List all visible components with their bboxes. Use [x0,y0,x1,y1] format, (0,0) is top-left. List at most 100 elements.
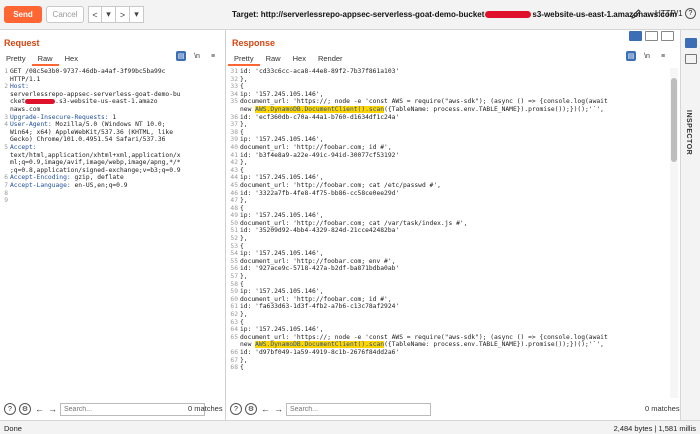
response-line: 60 document_url: 'http://foobar.com; id #… [226,296,670,304]
wrap-icon[interactable]: ▤ [626,51,636,61]
line-number [0,167,10,175]
request-tab-hex[interactable]: Hex [59,52,84,66]
line-number: 59 [230,288,238,296]
text-segment: ip: '157.245.105.146', [240,174,324,182]
line-number: 34 [230,90,238,98]
line-text: Upgrade-Insecure-Requests: 1 [10,114,116,122]
response-editor[interactable]: 31 id: 'cd33c6cc-aca8-44e8-89f2-7b37f861a… [226,68,670,398]
response-line: 66 id: 'd97bf049-1a59-4919-8c1b-2676f84dd… [226,349,670,357]
help-icon[interactable]: ? [4,403,16,415]
line-text: document_url: 'https://; node -e 'const … [240,334,608,342]
settings-gear-icon[interactable]: ⚙ [245,403,257,415]
line-number [226,341,240,349]
line-number: 1 [4,68,8,75]
text-segment: Accept-Encoding: [10,174,71,182]
response-line: 31 id: 'cd33c6cc-aca8-44e8-89f2-7b37f861a… [226,68,670,76]
line-text: ip: '157.245.105.146', [240,212,323,220]
next-match-icon[interactable]: → [273,404,284,415]
response-tab-hex[interactable]: Hex [287,52,312,66]
text-segment: }, [240,159,248,167]
newline-toggle[interactable]: \n [642,51,652,61]
response-tab-raw[interactable]: Raw [260,52,287,66]
line-number: 68 [230,364,238,372]
line-number: 36 [230,113,238,121]
request-search-input[interactable] [60,402,205,416]
request-editor[interactable]: 1 GET /08c5e3b0-9737-46db-a4af-3f99bc5ba9… [0,68,225,398]
layout-toggle [629,31,674,41]
line-number: 42 [230,159,238,167]
request-line: cket .s3-website-us-east-1.amazo [0,98,225,106]
text-segment: id: '927ace9c-5718-427a-b2df-ba871bdba0a… [240,265,400,273]
text-segment: document_url: 'http://foobar.com; id #', [240,143,392,151]
text-segment: id: 'cd33c6cc-aca8-44e8-89f2-7b37f861a10… [240,68,400,75]
response-line: 41 id: 'b3f4e8a9-a22e-49ic-94id-30077cf53… [226,152,670,160]
prev-match-icon[interactable]: ← [260,404,271,415]
line-text: id: '35209d92-4bb4-4329-824d-21cce42482b… [240,227,399,235]
request-line: Win64; x64) AppleWebKit/537.36 (KHTML, l… [0,129,225,137]
inspector-layout-icon[interactable] [685,54,697,64]
line-text: Accept: [10,144,37,152]
line-number: 4 [4,121,8,129]
text-segment: en-US,en;q=0.9 [70,181,128,189]
line-number [0,129,10,137]
menu-icon[interactable]: ≡ [658,51,668,61]
request-line: ;q=0.8,application/signed-exchange;v=b3;… [0,167,225,175]
line-text: }, [240,121,248,129]
line-text: naws.com [10,106,40,114]
pencil-icon[interactable] [630,8,642,20]
layout-split-icon[interactable] [629,31,642,41]
response-tab-render[interactable]: Render [312,52,349,66]
redaction-mark [25,98,56,104]
inspector-label[interactable]: INSPECTOR [685,110,692,155]
back-dropdown-button[interactable]: ▾ [102,6,116,23]
inspector-toggle-icon[interactable] [685,38,697,48]
text-segment: ip: '157.245.105.146', [240,250,324,258]
wrap-icon[interactable]: ▤ [176,51,186,61]
response-line: 57}, [226,273,670,281]
cancel-button[interactable]: Cancel [46,6,84,23]
settings-gear-icon[interactable]: ⚙ [19,403,31,415]
text-segment: id: 'd97bf049-1a59-4919-8c1b-2676f84dd2a… [240,348,400,356]
response-line: 47}, [226,197,670,205]
text-segment: }, [240,75,248,83]
forward-button[interactable]: > [116,6,130,23]
response-line: 53{ [226,243,670,251]
text-segment: { [240,83,244,91]
line-text: document_url: 'http://foobar.com; env #'… [240,258,395,266]
text-segment: serverlessrepo-appsec-serverless-goat-de… [10,90,181,98]
line-number: 39 [230,136,238,144]
back-button[interactable]: < [88,6,102,23]
text-segment: { [240,166,244,174]
line-text: User-Agent: Mozilla/5.0 (Windows NT 10.0… [10,121,165,129]
line-number: 49 [230,212,238,220]
layout-horizontal-icon[interactable] [645,31,658,41]
response-line: 42}, [226,159,670,167]
text-segment: document_url: 'http://foobar.com; env #'… [240,257,396,265]
text-segment: ml;q=0.9,image/avif,image/webp,image/apn… [10,159,181,167]
next-match-icon[interactable]: → [47,404,58,415]
text-segment: ip: '157.245.105.146', [240,136,324,144]
response-scrollbar[interactable] [670,68,678,398]
request-tab-pretty[interactable]: Pretty [0,52,32,66]
response-search-input[interactable] [286,402,431,416]
line-text: id: 'ecf360db-c70a-44a1-b760-d1634df1c24… [240,114,399,122]
response-line: 64 ip: '157.245.105.146', [226,326,670,334]
send-button[interactable]: Send [4,6,42,23]
line-number: 57 [230,273,238,281]
newline-toggle[interactable]: \n [192,51,202,61]
prev-match-icon[interactable]: ← [34,404,45,415]
response-tab-pretty[interactable]: Pretty [228,52,260,66]
help-icon[interactable]: ? [230,403,242,415]
line-number: 66 [230,348,238,356]
text-segment: User-Agent: [10,121,52,129]
text-segment: document_url: 'http://foobar.com; id #', [240,295,392,303]
response-line: 68{ [226,364,670,372]
forward-dropdown-button[interactable]: ▾ [130,6,144,23]
layout-tabs-icon[interactable] [661,31,674,41]
request-tab-raw[interactable]: Raw [31,52,59,66]
menu-icon[interactable]: ≡ [208,51,218,61]
http-version[interactable]: HTTP/1 [655,9,683,18]
help-icon[interactable]: ? [685,8,696,19]
scrollbar-thumb[interactable] [671,78,677,162]
text-segment: gzip, deflate [70,174,124,182]
